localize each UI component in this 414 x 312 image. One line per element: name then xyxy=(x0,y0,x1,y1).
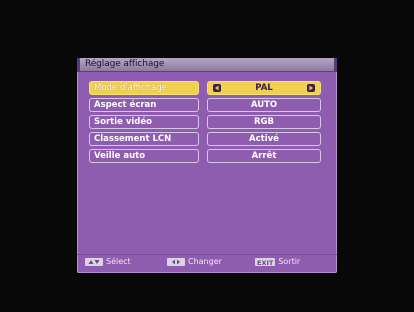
setting-row-aspect[interactable]: Aspect écran AUTO xyxy=(89,98,323,112)
hint-change: Changer xyxy=(167,257,222,267)
setting-value: PAL xyxy=(255,83,273,93)
hint-select: Sélect xyxy=(85,257,131,267)
setting-label: Veille auto xyxy=(89,149,199,163)
titlebar-right-cap xyxy=(334,58,337,71)
setting-value[interactable]: AUTO xyxy=(207,98,321,112)
titlebar-left-cap xyxy=(77,58,80,71)
settings-dialog: Réglage affichage Mode d'affichage PAL A… xyxy=(77,58,337,273)
setting-label: Classement LCN xyxy=(89,132,199,146)
dialog-title: Réglage affichage xyxy=(85,59,165,69)
hint-change-label: Changer xyxy=(188,257,222,266)
setting-label: Sortie vidéo xyxy=(89,115,199,129)
setting-value[interactable]: RGB xyxy=(207,115,321,129)
setting-row-auto-standby[interactable]: Veille auto Arrêt xyxy=(89,149,323,163)
settings-list: Mode d'affichage PAL Aspect écran AUTO S… xyxy=(89,81,323,166)
left-right-arrows-icon xyxy=(167,258,185,266)
setting-row-display-mode[interactable]: Mode d'affichage PAL xyxy=(89,81,323,95)
setting-row-lcn[interactable]: Classement LCN Activé xyxy=(89,132,323,146)
exit-key: EXIT xyxy=(255,258,276,267)
hint-exit-label: Sortir xyxy=(278,257,301,266)
right-arrow-icon[interactable] xyxy=(307,84,315,92)
setting-value[interactable]: Activé xyxy=(207,132,321,146)
setting-label: Aspect écran xyxy=(89,98,199,112)
tv-screen: Réglage affichage Mode d'affichage PAL A… xyxy=(0,0,414,312)
left-arrow-icon[interactable] xyxy=(213,84,221,92)
exit-key-text: EXIT xyxy=(257,259,274,267)
dialog-titlebar: Réglage affichage xyxy=(77,58,337,72)
setting-value-selector[interactable]: PAL xyxy=(207,81,321,95)
up-down-arrows-icon xyxy=(85,258,103,266)
setting-row-video-output[interactable]: Sortie vidéo RGB xyxy=(89,115,323,129)
key-hints-bar: Sélect Changer EXIT Sortir xyxy=(77,254,337,269)
setting-value[interactable]: Arrêt xyxy=(207,149,321,163)
hint-exit: EXIT Sortir xyxy=(255,257,300,267)
hint-select-label: Sélect xyxy=(106,257,131,266)
setting-label: Mode d'affichage xyxy=(89,81,199,95)
